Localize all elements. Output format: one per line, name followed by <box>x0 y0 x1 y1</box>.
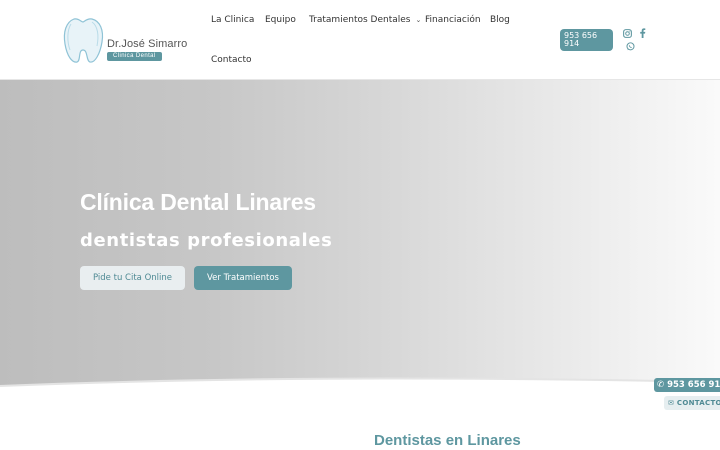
logo[interactable]: Dr.José Simarro Clinica Dental <box>62 16 192 66</box>
hero-title: Clínica Dental Linares <box>80 189 316 215</box>
hero-subtitle: dentistas profesionales <box>80 230 333 251</box>
instagram-icon[interactable] <box>623 29 632 38</box>
book-appointment-button[interactable]: Pide tu Cita Online <box>80 266 185 290</box>
nav-item-blog[interactable]: Blog <box>490 15 510 25</box>
site-header: Dr.José Simarro Clinica Dental La Clinic… <box>0 0 720 80</box>
whatsapp-icon[interactable] <box>626 42 635 51</box>
floating-phone-number: 953 656 914 <box>667 380 720 390</box>
envelope-icon: ✉ <box>668 399 675 407</box>
view-treatments-button[interactable]: Ver Tratamientos <box>194 266 292 290</box>
floating-contact-label: CONTACTO <box>676 399 720 407</box>
floating-contact-button[interactable]: ✉ CONTACTO <box>664 396 720 410</box>
nav-item-tratamientos-label: Tratamientos Dentales <box>309 15 411 25</box>
nav-item-tratamientos[interactable]: Tratamientos Dentales ⌄ <box>309 15 421 25</box>
chevron-down-icon: ⌄ <box>415 16 422 24</box>
hero-wave-divider <box>0 377 720 400</box>
nav-item-equipo[interactable]: Equipo <box>265 15 296 25</box>
nav-item-la-clinica[interactable]: La Clinica <box>211 15 254 25</box>
nav-item-financiacion[interactable]: Financiación <box>425 15 481 25</box>
floating-phone-button[interactable]: ✆ 953 656 914 <box>654 378 720 392</box>
nav-item-contacto[interactable]: Contacto <box>211 55 252 65</box>
logo-name: Dr.José Simarro <box>107 38 188 50</box>
header-phone-button[interactable]: 953 656 914 <box>560 29 613 51</box>
facebook-icon[interactable] <box>639 28 646 38</box>
logo-subtitle: Clinica Dental <box>107 52 162 61</box>
phone-icon: ✆ <box>657 380 665 390</box>
header-phone-line2: 914 <box>564 39 580 48</box>
main-nav: La Clinica Equipo Tratamientos Dentales ⌄… <box>203 0 533 80</box>
page: Dr.José Simarro Clinica Dental La Clinic… <box>0 0 720 450</box>
section-title: Dentistas en Linares <box>374 432 521 449</box>
tooth-logo-icon <box>63 18 104 63</box>
